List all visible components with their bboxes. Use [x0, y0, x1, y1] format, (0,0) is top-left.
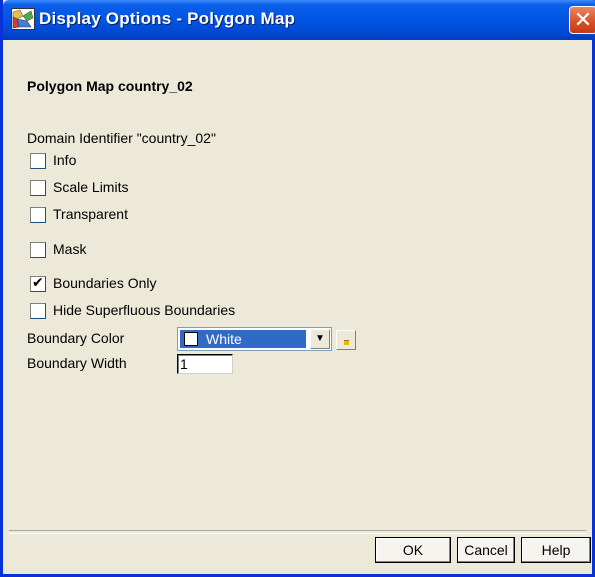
transparent-label: Transparent: [53, 206, 128, 222]
hide-superfluous-boundaries-checkbox[interactable]: [30, 303, 46, 319]
hide-superfluous-boundaries-label: Hide Superfluous Boundaries: [53, 302, 236, 318]
divider: [9, 530, 586, 534]
cancel-button[interactable]: Cancel: [457, 537, 515, 563]
title-bar[interactable]: Display Options - Polygon Map ✕: [3, 0, 595, 40]
boundary-color-select[interactable]: White ▼: [177, 327, 332, 351]
color-swatch: [184, 332, 198, 346]
window-title: Display Options - Polygon Map: [39, 9, 296, 28]
domain-identifier-label: Domain Identifier "country_02": [27, 130, 216, 146]
ok-button[interactable]: OK: [375, 537, 451, 563]
boundary-width-label: Boundary Width: [27, 355, 127, 371]
boundaries-only-checkbox[interactable]: [30, 274, 46, 292]
selected-color-text: White: [206, 331, 242, 347]
scale-limits-label: Scale Limits: [53, 179, 129, 195]
info-checkbox[interactable]: [30, 153, 46, 169]
boundary-color-label: Boundary Color: [27, 330, 125, 346]
mask-checkbox[interactable]: [30, 242, 46, 258]
map-title: Polygon Map country_02: [27, 78, 193, 94]
boundary-width-input[interactable]: 1: [177, 354, 233, 374]
selected-color-highlight: White: [180, 330, 306, 348]
info-label: Info: [53, 152, 77, 168]
dropdown-arrow-button[interactable]: ▼: [310, 329, 330, 349]
help-button[interactable]: Help: [521, 537, 591, 563]
close-icon: ✕: [573, 7, 593, 32]
transparent-checkbox[interactable]: [30, 207, 46, 223]
polygon-map-icon: [11, 8, 35, 30]
chevron-down-icon: ▼: [315, 333, 325, 344]
scale-limits-checkbox[interactable]: [30, 180, 46, 196]
close-button[interactable]: ✕: [569, 6, 595, 34]
boundaries-only-label: Boundaries Only: [53, 275, 157, 291]
mask-label: Mask: [53, 241, 87, 257]
dialog-window: Display Options - Polygon Map ✕ Polygon …: [0, 0, 595, 577]
color-picker-button[interactable]: [336, 330, 356, 350]
